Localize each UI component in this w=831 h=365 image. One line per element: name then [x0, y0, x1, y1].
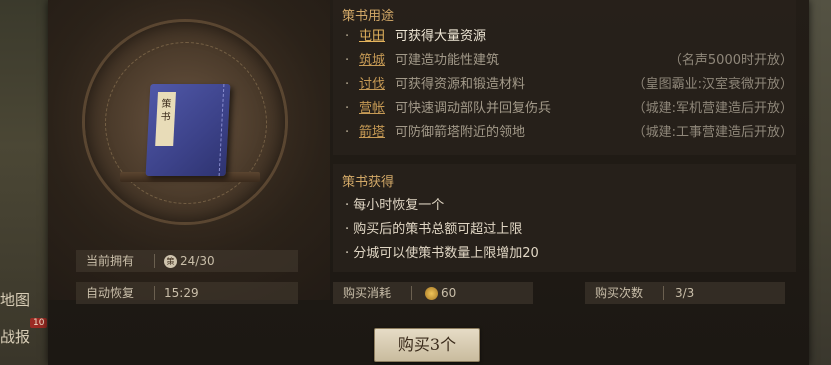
- book-title-label: 策书: [155, 92, 176, 146]
- usage-section: 策书用途 · 屯田 可获得大量资源 · 筑城 可建造功能性建筑 （名声5000时…: [333, 0, 796, 155]
- owned-value: 策 24/30: [164, 250, 215, 272]
- times-value: 3/3: [675, 286, 695, 300]
- owned-row: 当前拥有 策 24/30: [76, 250, 298, 272]
- recover-label: 自动恢复: [86, 286, 135, 300]
- owned-label: 当前拥有: [86, 254, 135, 268]
- strategy-book-icon: 策书: [145, 84, 231, 176]
- gold-coin-icon: [425, 287, 438, 300]
- cost-value: 60: [425, 282, 456, 304]
- map-button[interactable]: 地图: [0, 289, 30, 310]
- obtain-item: · 购买后的策书总额可超过上限: [345, 222, 523, 237]
- usage-title: 策书用途: [342, 9, 395, 24]
- recover-row: 自动恢复 15:29: [76, 282, 298, 304]
- times-row: 购买次数 3/3: [585, 282, 785, 304]
- cost-label: 购买消耗: [343, 286, 392, 300]
- cost-row: 购买消耗 60: [333, 282, 533, 304]
- notification-badge: 10: [30, 318, 48, 328]
- obtain-item: · 分城可以使策书数量上限增加20: [345, 246, 539, 261]
- obtain-item: · 每小时恢复一个: [345, 198, 445, 213]
- strategy-book-panel: 策书 当前拥有 策 24/30 自动恢复 15:29 购买消耗 60 购买次数 3…: [48, 0, 809, 365]
- map-background-left: [0, 0, 50, 365]
- usage-item[interactable]: · 箭塔 可防御箭塔附近的领地 （城建:工事营建造后开放）: [345, 123, 793, 143]
- buy-button[interactable]: 购买3个: [374, 328, 480, 362]
- obtain-section: 策书获得 · 每小时恢复一个 · 购买后的策书总额可超过上限 · 分城可以使策书…: [333, 164, 796, 272]
- battle-report-button[interactable]: 战报: [0, 326, 30, 347]
- times-label: 购买次数: [595, 286, 644, 300]
- usage-item[interactable]: · 屯田 可获得大量资源: [345, 27, 793, 47]
- recover-timer: 15:29: [164, 286, 199, 300]
- obtain-title: 策书获得: [342, 175, 395, 190]
- strategy-book-token-icon: 策: [164, 255, 177, 268]
- usage-item[interactable]: · 筑城 可建造功能性建筑 （名声5000时开放）: [345, 51, 793, 71]
- usage-item[interactable]: · 讨伐 可获得资源和锻造材料 （皇图霸业:汉室衰微开放）: [345, 75, 793, 95]
- usage-item[interactable]: · 营帐 可快速调动部队并回复伤兵 （城建:军机营建造后开放）: [345, 99, 793, 119]
